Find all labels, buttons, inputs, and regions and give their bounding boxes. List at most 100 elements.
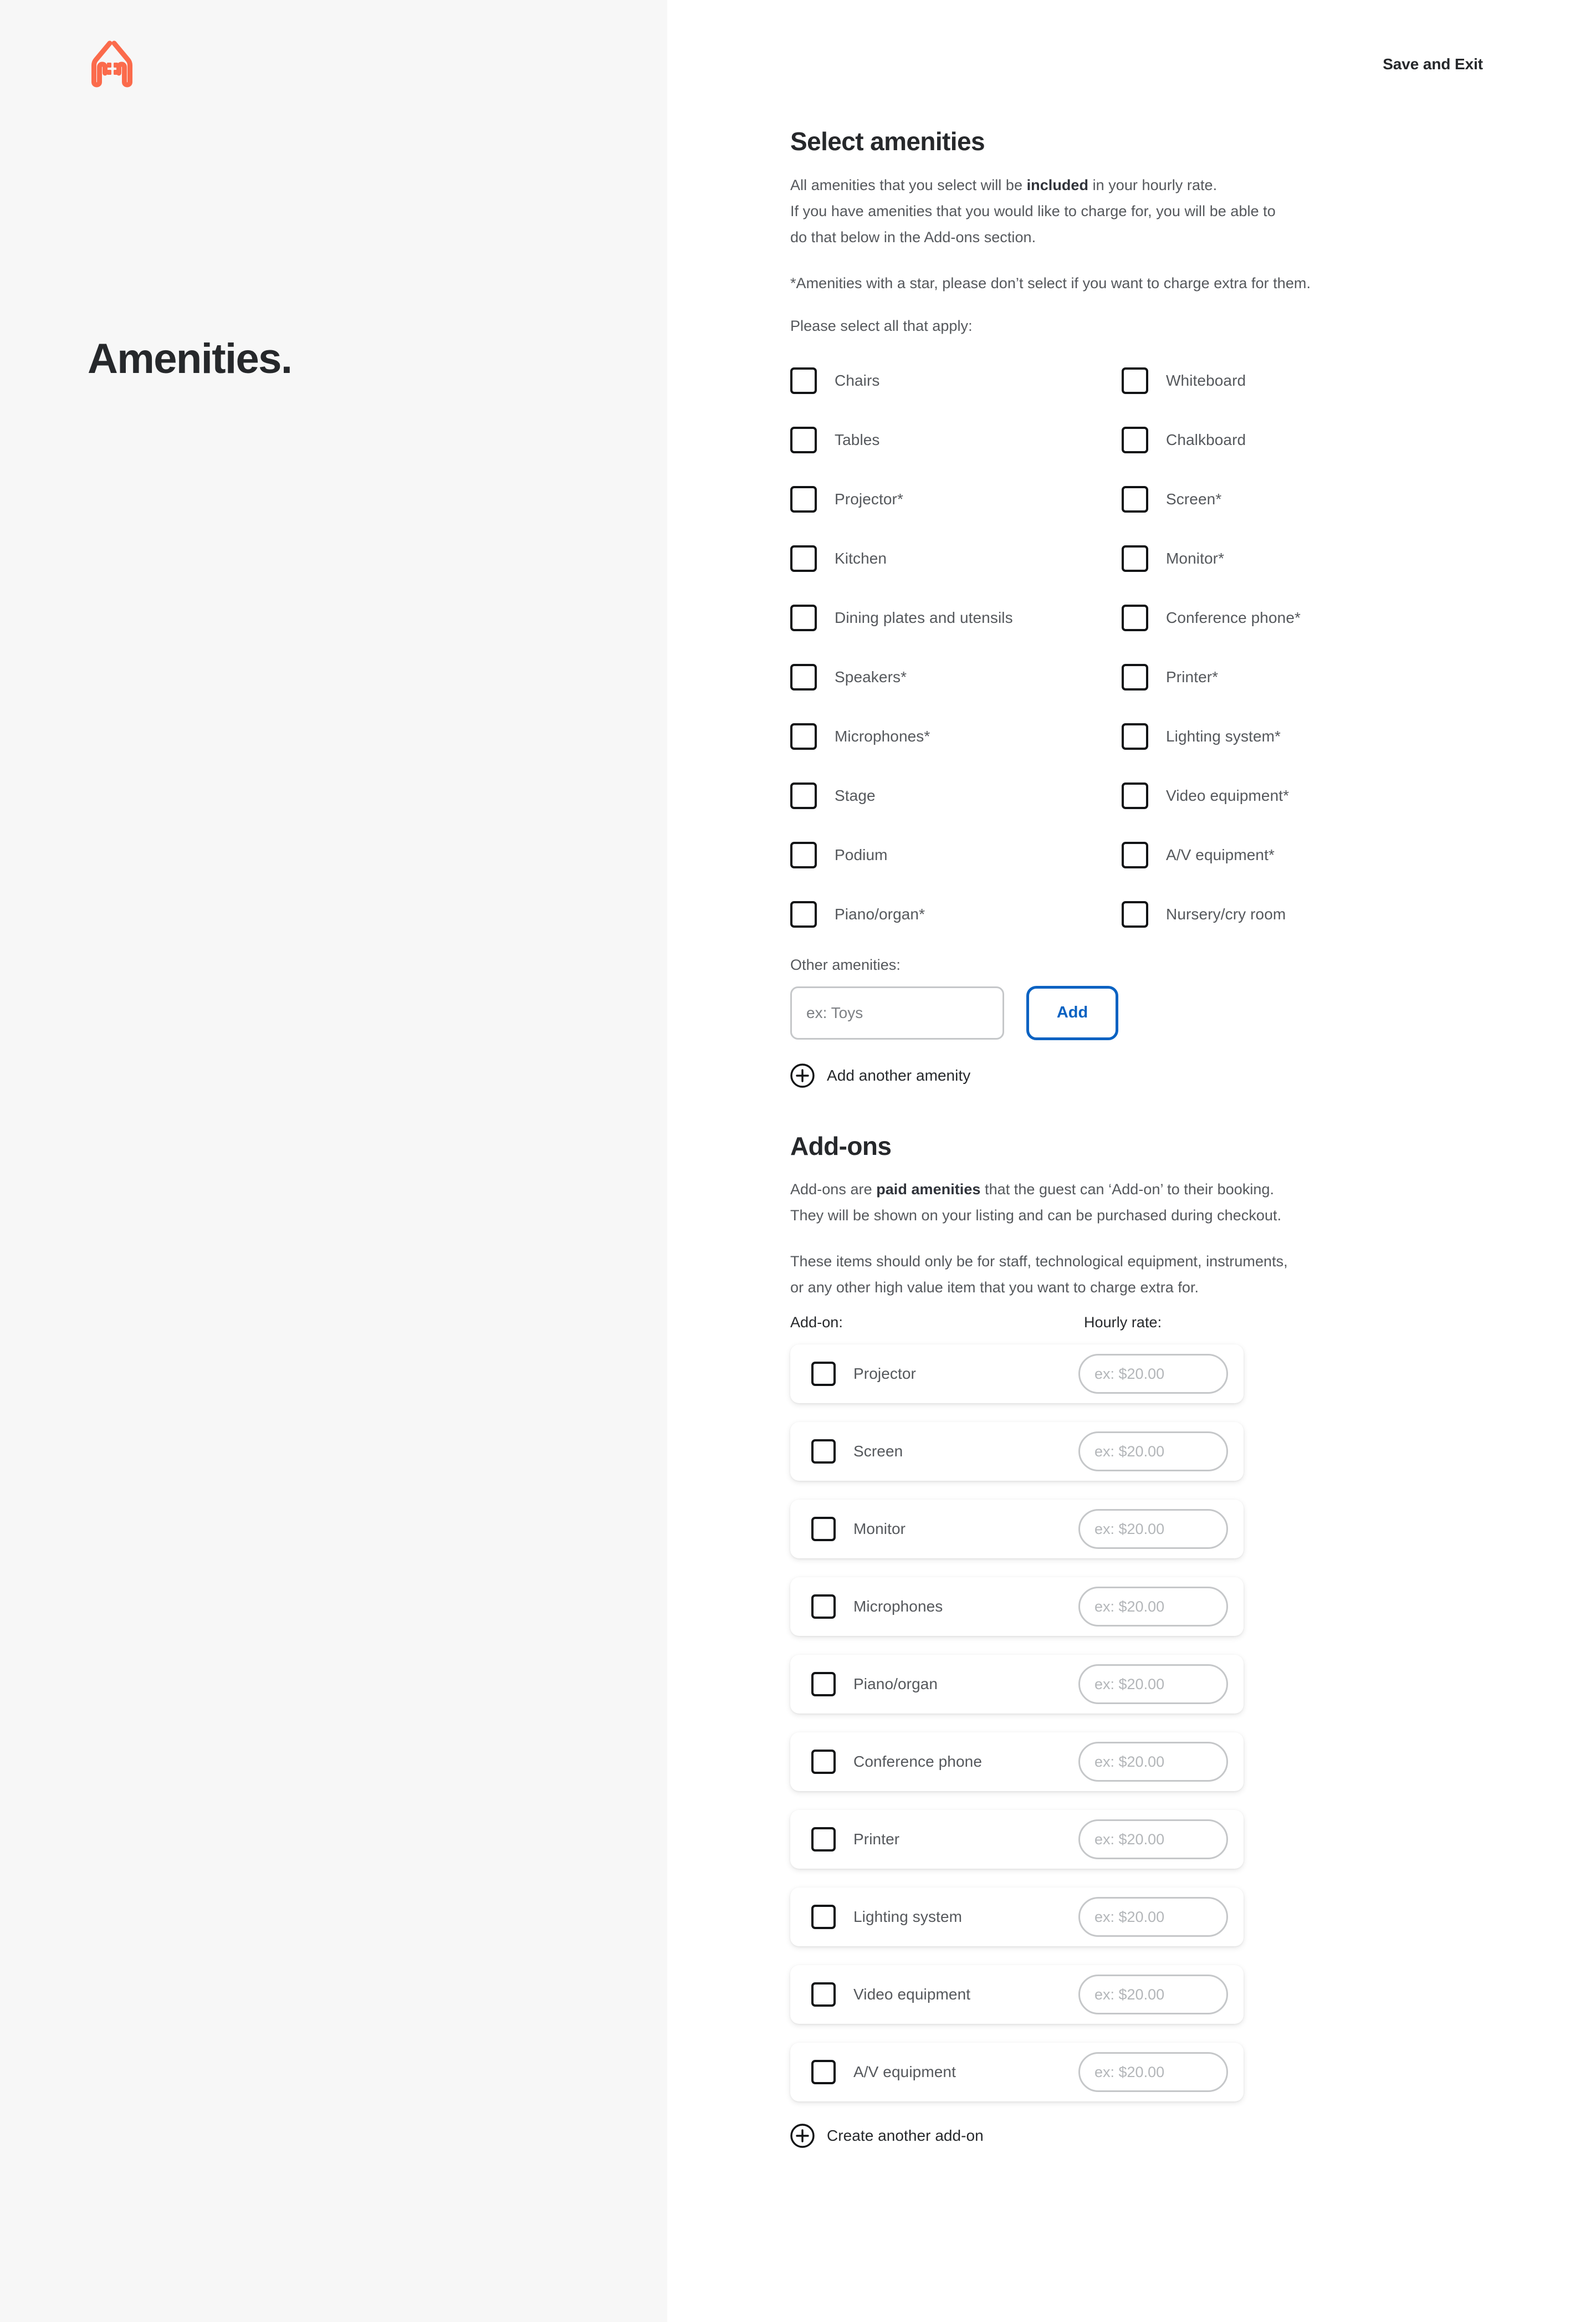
addon-row[interactable]: Video equipment [790, 1965, 1244, 2024]
addon-row[interactable]: Monitor [790, 1500, 1244, 1559]
addon-hourly-rate-input[interactable] [1078, 1509, 1228, 1549]
checkbox-icon[interactable] [1122, 842, 1148, 869]
checkbox-icon[interactable] [1122, 486, 1148, 513]
amenity-checkbox-item[interactable]: A/V equipment* [1112, 826, 1433, 885]
amenity-checkbox-item[interactable]: Chalkboard [1112, 411, 1433, 470]
select-amenities-title: Select amenities [790, 127, 985, 156]
create-another-addon-button[interactable]: Create another add-on [790, 2124, 1488, 2148]
addon-hourly-rate-input[interactable] [1078, 1431, 1228, 1472]
create-another-addon-label: Create another add-on [827, 2127, 984, 2145]
checkbox-icon[interactable] [811, 2060, 836, 2085]
checkbox-icon[interactable] [1122, 367, 1148, 395]
checkbox-icon[interactable] [811, 1750, 836, 1774]
addon-row[interactable]: Printer [790, 1810, 1244, 1869]
add-another-amenity-label: Add another amenity [827, 1066, 971, 1084]
checkbox-icon[interactable] [790, 367, 817, 395]
addon-hourly-rate-input[interactable] [1078, 1587, 1228, 1627]
checkbox-icon[interactable] [811, 1594, 836, 1619]
desc-line1-pre: All amenities that you select will be [790, 176, 1027, 193]
other-amenity-input[interactable] [790, 986, 1004, 1040]
select-amenities-description: All amenities that you select will be in… [790, 172, 1488, 250]
amenity-label: Tables [835, 431, 880, 449]
amenity-checkbox-item[interactable]: Monitor* [1112, 529, 1433, 589]
amenity-checkbox-item[interactable]: Microphones* [790, 707, 1112, 766]
amenity-label: Piano/organ* [835, 906, 925, 923]
amenity-checkbox-item[interactable]: Screen* [1112, 470, 1433, 529]
checkbox-icon[interactable] [811, 1517, 836, 1542]
checkbox-icon[interactable] [1122, 723, 1148, 750]
addon-hourly-rate-input[interactable] [1078, 1819, 1228, 1860]
amenity-checkbox-item[interactable]: Conference phone* [1112, 589, 1433, 648]
checkbox-icon[interactable] [790, 605, 817, 632]
checkbox-icon[interactable] [1122, 664, 1148, 691]
amenity-checkbox-item[interactable]: Tables [790, 411, 1112, 470]
checkbox-icon[interactable] [790, 901, 817, 928]
addon-hourly-rate-input[interactable] [1078, 1664, 1228, 1705]
select-all-label: Please select all that apply: [790, 317, 973, 334]
amenity-label: Printer* [1166, 668, 1219, 686]
addon-hourly-rate-input[interactable] [1078, 1354, 1228, 1394]
addon-hourly-rate-input[interactable] [1078, 1975, 1228, 2015]
amenity-checkbox-item[interactable]: Whiteboard [1112, 351, 1433, 411]
addon-row[interactable]: Microphones [790, 1577, 1244, 1636]
addon-row[interactable]: Screen [790, 1422, 1244, 1481]
addon-row[interactable]: Conference phone [790, 1732, 1244, 1792]
star-note: *Amenities with a star, please don’t sel… [790, 274, 1311, 291]
addon-label: Conference phone [853, 1753, 982, 1771]
checkbox-icon[interactable] [790, 664, 817, 691]
checkbox-icon[interactable] [811, 1905, 836, 1930]
amenity-checkbox-item[interactable]: Lighting system* [1112, 707, 1433, 766]
checkbox-icon[interactable] [790, 427, 817, 454]
addons-line2: They will be shown on your listing and c… [790, 1207, 1282, 1224]
amenity-label: Speakers* [835, 668, 907, 686]
amenity-checkbox-item[interactable]: Chairs [790, 351, 1112, 411]
checkbox-icon[interactable] [1122, 545, 1148, 572]
checkbox-icon[interactable] [1122, 605, 1148, 632]
checkbox-icon[interactable] [790, 723, 817, 750]
addon-hourly-rate-input[interactable] [1078, 2052, 1228, 2093]
addon-hourly-rate-input[interactable] [1078, 1742, 1228, 1782]
amenity-label: Nursery/cry room [1166, 906, 1286, 923]
add-amenity-button[interactable]: Add [1026, 985, 1118, 1040]
checkbox-icon[interactable] [811, 1439, 836, 1464]
addon-column-header: Add-on: [790, 1314, 843, 1331]
save-and-exit-button[interactable]: Save and Exit [1383, 55, 1483, 73]
addon-row[interactable]: Lighting system [790, 1888, 1244, 1947]
right-panel: Save and Exit Select amenities All ameni… [667, 0, 1596, 2322]
amenity-checkbox-item[interactable]: Stage [790, 766, 1112, 826]
amenity-checkbox-item[interactable]: Projector* [790, 470, 1112, 529]
amenity-label: Stage [835, 787, 876, 805]
desc-line1-post: in your hourly rate. [1088, 176, 1218, 193]
checkbox-icon[interactable] [811, 1362, 836, 1387]
checkbox-icon[interactable] [1122, 427, 1148, 454]
checkbox-icon[interactable] [790, 545, 817, 572]
amenity-checkbox-item[interactable]: Kitchen [790, 529, 1112, 589]
addon-row[interactable]: Projector [790, 1344, 1244, 1404]
amenity-checkbox-item[interactable]: Speakers* [790, 648, 1112, 707]
amenity-checkbox-item[interactable]: Printer* [1112, 648, 1433, 707]
amenity-label: Chairs [835, 372, 880, 390]
checkbox-icon[interactable] [1122, 901, 1148, 928]
checkbox-icon[interactable] [811, 1672, 836, 1697]
addons-title: Add-ons [790, 1131, 892, 1160]
checkbox-icon[interactable] [1122, 782, 1148, 810]
amenity-checkbox-item[interactable]: Piano/organ* [790, 885, 1112, 944]
amenity-checkbox-item[interactable]: Dining plates and utensils [790, 589, 1112, 648]
hourly-rate-column-header: Hourly rate: [1084, 1314, 1162, 1331]
checkbox-icon[interactable] [790, 782, 817, 810]
addon-row[interactable]: Piano/organ [790, 1655, 1244, 1714]
hands-house-logo-icon[interactable] [88, 40, 136, 88]
addons-p2-line1: These items should only be for staff, te… [790, 1253, 1288, 1270]
amenity-checkbox-item[interactable]: Nursery/cry room [1112, 885, 1433, 944]
checkbox-icon[interactable] [811, 1827, 836, 1852]
amenity-checkbox-item[interactable]: Video equipment* [1112, 766, 1433, 826]
addon-label: Lighting system [853, 1908, 963, 1926]
checkbox-icon[interactable] [790, 486, 817, 513]
addon-hourly-rate-input[interactable] [1078, 1897, 1228, 1937]
addon-row[interactable]: A/V equipment [790, 2043, 1244, 2102]
add-another-amenity-button[interactable]: Add another amenity [790, 1063, 1488, 1088]
checkbox-icon[interactable] [790, 842, 817, 869]
amenity-checkbox-item[interactable]: Podium [790, 826, 1112, 885]
checkbox-icon[interactable] [811, 1982, 836, 2007]
addons-description-1: Add-ons are paid amenities that the gues… [790, 1177, 1488, 1229]
